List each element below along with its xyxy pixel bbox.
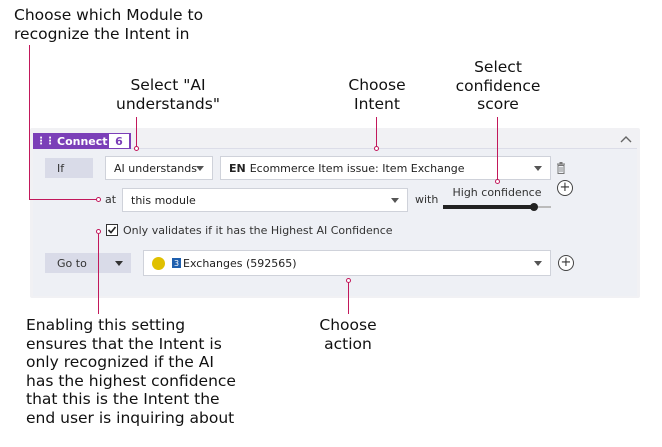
connector-intent-dot (374, 146, 379, 151)
ai-understands-value: AI understands (114, 161, 197, 175)
caret-down-icon (115, 261, 123, 266)
annotation-ai: Select "AI understands" (116, 76, 220, 113)
goto-label: Go to (57, 256, 87, 270)
connector-ai (136, 117, 137, 148)
connector-ai-dot (134, 146, 139, 151)
add-condition-button[interactable]: + (557, 180, 573, 196)
connector-action-dot (346, 278, 351, 283)
connector-module-dot (96, 197, 101, 202)
goto-select[interactable]: Go to (45, 253, 131, 273)
plus-icon: + (560, 255, 572, 270)
connector-setting-dot (96, 229, 101, 234)
connector-intent (376, 117, 377, 148)
slider-fill (443, 205, 534, 209)
connector-module-horizontal (29, 199, 97, 200)
connector-action (348, 281, 349, 314)
confidence-label: High confidence (452, 186, 542, 199)
goto-target-select[interactable]: 3 Exchanges (592565) (143, 250, 551, 276)
intent-language: EN (229, 161, 246, 175)
caret-down-icon (534, 166, 542, 171)
highest-confidence-checkbox[interactable] (106, 224, 118, 236)
checkbox-icon (107, 226, 117, 234)
ai-understands-select[interactable]: AI understands (105, 156, 213, 180)
drag-grip-icon[interactable]: ⋮⋮ (36, 136, 55, 147)
caret-down-icon (391, 198, 399, 203)
target-value: Exchanges (592565) (183, 256, 297, 270)
module-value: this module (131, 193, 196, 207)
target-badge: 3 (172, 258, 181, 268)
annotation-confidence: Select confidence score (455, 58, 541, 113)
annotation-intent: Choose Intent (348, 76, 406, 113)
confidence-slider[interactable] (443, 201, 551, 213)
if-label: If (45, 158, 93, 178)
connector-module-vertical (29, 45, 30, 200)
with-label: with (415, 193, 439, 206)
slider-thumb[interactable] (530, 203, 538, 211)
caret-down-icon (534, 261, 542, 266)
trash-icon[interactable] (556, 162, 566, 174)
checkbox-label: Only validates if it has the Highest AI … (123, 224, 393, 237)
at-label: at (105, 193, 117, 206)
caret-down-icon (196, 166, 204, 171)
connector-setting (98, 234, 99, 314)
connection-count: 6 (108, 133, 130, 149)
annotation-action: Choose action (319, 316, 377, 353)
connector-confidence (497, 117, 498, 181)
intent-value: Ecommerce Item issue: Item Exchange (249, 161, 465, 175)
intent-select[interactable]: EN Ecommerce Item issue: Item Exchange (220, 156, 551, 180)
chevron-up-icon[interactable] (619, 133, 633, 145)
annotation-module: Choose which Module to recognize the Int… (14, 6, 204, 43)
plus-icon: + (559, 180, 571, 195)
module-select[interactable]: this module (122, 188, 408, 212)
target-status-dot (152, 256, 165, 270)
add-action-button[interactable]: + (558, 255, 574, 271)
annotation-setting: Enabling this setting ensures that the I… (26, 316, 236, 427)
connector-confidence-dot (495, 179, 500, 184)
